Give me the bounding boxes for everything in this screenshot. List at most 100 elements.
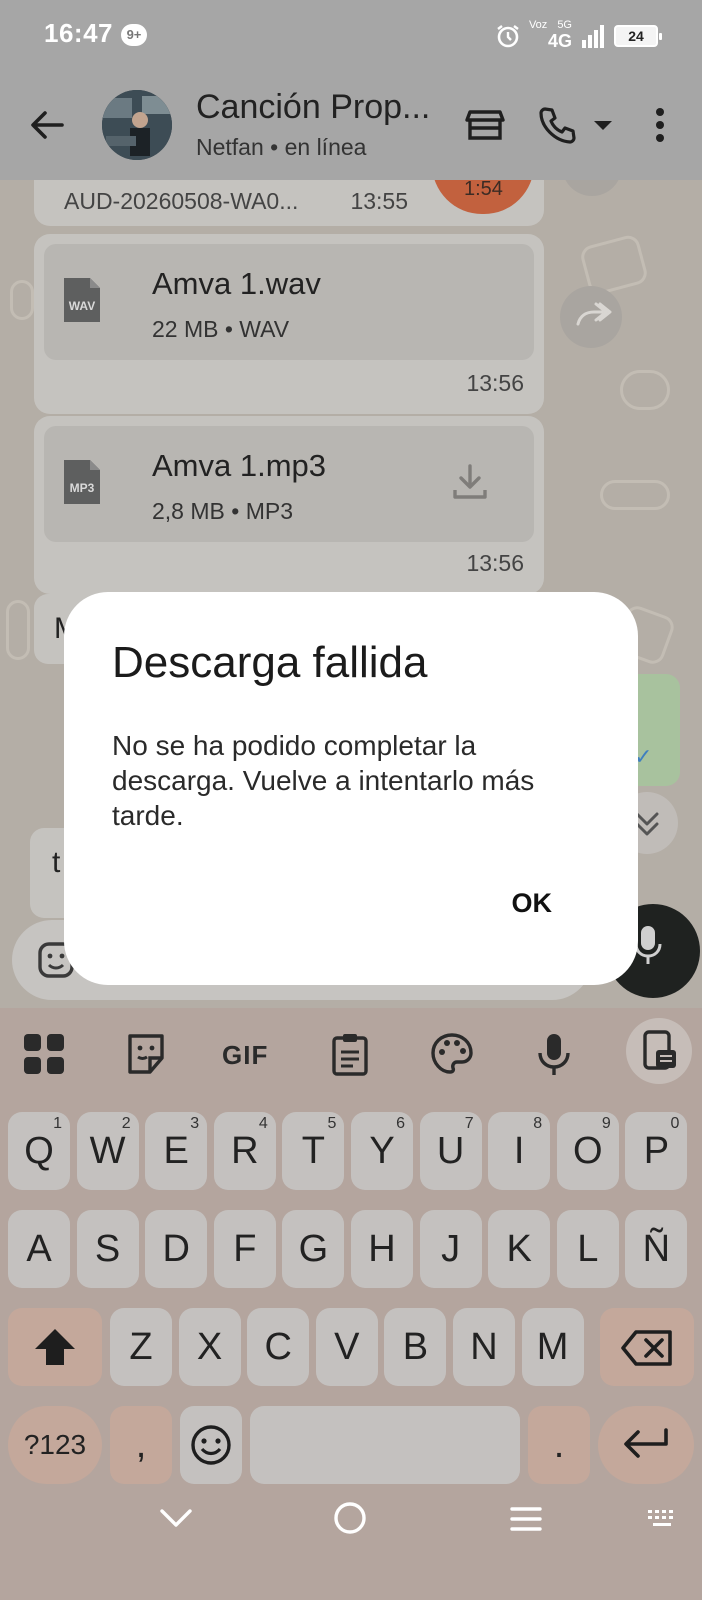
file-meta: 22 MB • WAV <box>152 316 290 342</box>
comma-key[interactable]: , <box>110 1406 172 1484</box>
forward-button[interactable] <box>560 286 622 348</box>
symbols-key[interactable]: ?123 <box>8 1406 102 1484</box>
period-key[interactable]: . <box>528 1406 590 1484</box>
mp3-file-icon: MP3 <box>64 460 100 504</box>
key-number-hint: 1 <box>53 1115 62 1132</box>
key-number-hint: 4 <box>258 1115 268 1132</box>
key-label: U <box>436 1130 465 1172</box>
key-y[interactable]: Y6 <box>351 1112 413 1190</box>
file-card[interactable]: WAV Amva 1.wav 22 MB • WAV <box>44 244 534 360</box>
forward-icon <box>576 302 612 326</box>
4g-label: 4G <box>547 31 572 51</box>
chat-title[interactable]: Canción Prop... <box>196 88 436 127</box>
key-x[interactable]: X <box>178 1308 241 1386</box>
store-icon[interactable] <box>464 104 506 146</box>
network-indicator: Voz 5G 4G <box>529 20 572 52</box>
mp3-ext-text: MP3 <box>70 481 95 495</box>
wallpaper-doodle <box>620 370 670 410</box>
hide-keyboard-chevron-icon[interactable] <box>158 1503 194 1533</box>
forward-button-top[interactable] <box>562 180 622 196</box>
notification-badge: 9+ <box>121 24 147 46</box>
key-q[interactable]: Q1 <box>8 1112 70 1190</box>
keyboard-switch-icon[interactable] <box>646 1508 678 1530</box>
message-time: 13:55 <box>350 188 408 214</box>
key-s[interactable]: S <box>76 1210 139 1288</box>
wallpaper-doodle <box>10 280 34 320</box>
avatar-image <box>102 90 172 160</box>
key-g[interactable]: G <box>282 1210 345 1288</box>
file-name: Amva 1.mp3 <box>152 448 327 483</box>
key-h[interactable]: H <box>351 1210 413 1288</box>
key-r[interactable]: R4 <box>213 1112 276 1190</box>
emoji-icon <box>191 1425 231 1465</box>
backspace-icon <box>621 1330 672 1366</box>
file-card[interactable]: MP3 Amva 1.mp3 2,8 MB • MP3 <box>44 426 534 542</box>
key-j[interactable]: J <box>419 1210 482 1288</box>
key-label: P <box>643 1130 670 1172</box>
gif-button[interactable]: GIF <box>222 1040 268 1071</box>
key-l[interactable]: L <box>556 1210 619 1288</box>
key-ñ[interactable]: Ñ <box>625 1210 688 1288</box>
wallpaper-doodle <box>600 480 670 510</box>
key-v[interactable]: V <box>315 1308 378 1386</box>
key-t[interactable]: T5 <box>282 1112 345 1190</box>
key-o[interactable]: O9 <box>556 1112 619 1190</box>
key-number-hint: 8 <box>533 1115 543 1132</box>
floating-keyboard-button[interactable] <box>626 1018 692 1084</box>
recents-menu-icon[interactable] <box>508 1504 544 1534</box>
enter-key[interactable] <box>598 1406 694 1484</box>
key-label: T <box>301 1130 325 1172</box>
avatar[interactable] <box>102 90 172 160</box>
key-z[interactable]: Z <box>110 1308 172 1386</box>
key-label: W <box>89 1130 126 1172</box>
phone-icon[interactable] <box>536 104 578 146</box>
file-message-bubble[interactable]: WAV Amva 1.wav 22 MB • WAV 13:56 <box>34 234 544 414</box>
emoji-key[interactable] <box>180 1406 242 1484</box>
ok-button[interactable]: OK <box>512 888 553 919</box>
apps-grid-icon[interactable] <box>20 1030 68 1078</box>
clipboard-icon[interactable] <box>326 1030 374 1078</box>
signal-icon <box>582 25 604 48</box>
chat-subtitle: Netfan • en línea <box>196 134 367 160</box>
key-a[interactable]: A <box>8 1210 70 1288</box>
message-text-fragment: t <box>52 846 61 879</box>
key-label: Y <box>369 1130 395 1172</box>
more-options-icon[interactable] <box>640 104 680 146</box>
key-b[interactable]: B <box>384 1308 447 1386</box>
5g-label: 5G <box>557 19 572 31</box>
key-number-hint: 6 <box>396 1115 405 1132</box>
audio-duration: 1:54 <box>464 180 503 200</box>
key-number-hint: 3 <box>190 1115 200 1132</box>
key-w[interactable]: W2 <box>76 1112 139 1190</box>
key-f[interactable]: F <box>213 1210 276 1288</box>
theme-palette-icon[interactable] <box>428 1030 476 1078</box>
alarm-icon <box>497 25 519 48</box>
shift-key[interactable] <box>8 1308 102 1386</box>
key-u[interactable]: U7 <box>419 1112 482 1190</box>
key-e[interactable]: E3 <box>145 1112 208 1190</box>
key-label: E <box>163 1130 189 1172</box>
key-m[interactable]: M <box>521 1308 584 1386</box>
file-message-bubble[interactable]: MP3 Amva 1.mp3 2,8 MB • MP3 13:56 <box>34 416 544 594</box>
key-k[interactable]: K <box>488 1210 551 1288</box>
download-icon[interactable] <box>450 462 490 502</box>
space-key[interactable] <box>250 1406 520 1484</box>
key-i[interactable]: I8 <box>488 1112 551 1190</box>
key-d[interactable]: D <box>145 1210 208 1288</box>
voice-input-icon[interactable] <box>530 1030 578 1078</box>
status-icons: Voz 5G 4G 24 <box>495 16 662 56</box>
message-time: 13:56 <box>466 550 524 576</box>
download-failed-dialog: Descarga fallida No se ha podido complet… <box>64 592 638 985</box>
key-n[interactable]: N <box>453 1308 515 1386</box>
key-label: R <box>231 1130 259 1172</box>
key-label: O <box>573 1130 603 1172</box>
backspace-key[interactable] <box>600 1308 694 1386</box>
home-button-icon[interactable] <box>332 1500 368 1536</box>
call-dropdown-icon[interactable] <box>588 104 618 146</box>
back-arrow-icon[interactable] <box>26 104 68 146</box>
dialog-title: Descarga fallida <box>112 638 428 687</box>
key-p[interactable]: P0 <box>625 1112 688 1190</box>
keyboard: GIF Q1W2E3R4T5Y6U7I8O9P0 ASDFGHJKLÑ ZXCV… <box>0 1008 702 1600</box>
key-c[interactable]: C <box>247 1308 310 1386</box>
sticker-icon[interactable] <box>122 1030 170 1078</box>
